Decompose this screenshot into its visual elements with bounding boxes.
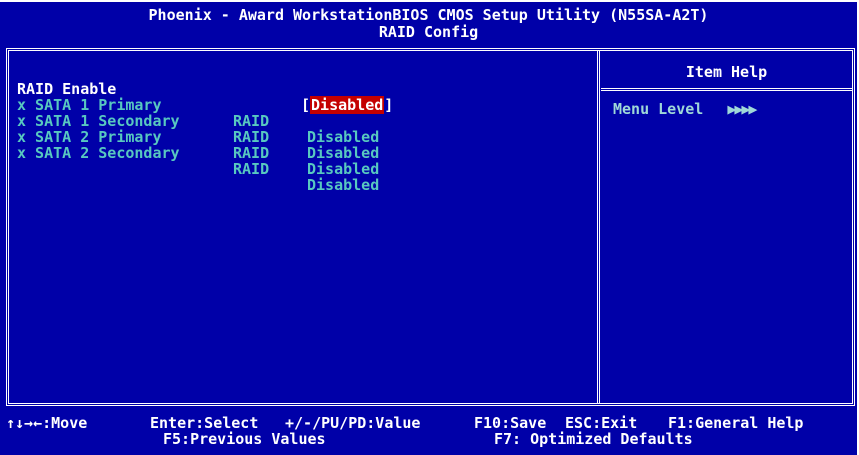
page-title: RAID Config bbox=[378, 23, 479, 41]
setting-value: Disabled bbox=[307, 144, 380, 162]
key-optimized-hint: F7: Optimized Defaults bbox=[494, 430, 693, 448]
item-help-title: Item Help bbox=[685, 63, 768, 81]
footer-keys: ↑↓→←:Move Enter:Select +/-/PU/PD:Value F… bbox=[0, 412, 857, 455]
setting-value: Disabled bbox=[307, 176, 380, 194]
panel-divider bbox=[597, 51, 601, 403]
selected-value[interactable]: Disabled bbox=[310, 96, 385, 114]
setting-mode: RAID bbox=[233, 112, 270, 130]
setting-sata-2-secondary: x SATA 2 Secondary RAID Disabled bbox=[17, 129, 379, 209]
setting-mode: RAID bbox=[233, 128, 270, 146]
key-previous-hint: F5:Previous Values bbox=[163, 430, 326, 448]
menu-level: Menu Level ▶▶▶▶ bbox=[613, 100, 757, 118]
setting-value-selected[interactable]: [Disabled] bbox=[301, 96, 393, 114]
setting-label: x SATA 2 Secondary bbox=[17, 144, 180, 162]
setting-value: Disabled bbox=[307, 160, 380, 178]
setting-mode: RAID bbox=[233, 160, 270, 178]
setting-value: Disabled bbox=[307, 128, 380, 146]
menu-level-label: Menu Level bbox=[613, 100, 704, 118]
bios-screen: Phoenix - Award WorkstationBIOS CMOS Set… bbox=[0, 2, 857, 455]
menu-level-arrows-icon: ▶▶▶▶ bbox=[727, 100, 757, 118]
help-separator bbox=[601, 88, 852, 91]
utility-title: Phoenix - Award WorkstationBIOS CMOS Set… bbox=[148, 6, 709, 24]
main-frame: RAID Enable [Disabled] x SATA 1 Primary … bbox=[6, 48, 855, 406]
title-bar: Phoenix - Award WorkstationBIOS CMOS Set… bbox=[0, 2, 857, 46]
key-move-hint: ↑↓→←:Move bbox=[6, 414, 88, 432]
setting-mode: RAID bbox=[233, 144, 270, 162]
